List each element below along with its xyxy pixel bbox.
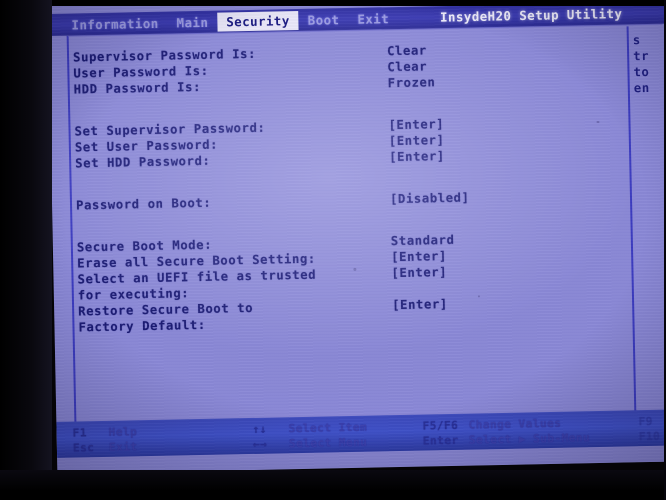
help-pane-line: s [632, 33, 641, 48]
footer-key: Esc [72, 441, 95, 455]
bezel-left [0, 0, 52, 500]
footer-desc: Exit [108, 440, 138, 454]
footer-column-2: ↑↓ Select Item ←→ Select Menu [252, 420, 367, 452]
footer-entry-select-submenu[interactable]: Enter Select ▶ Sub-Menu [423, 430, 591, 448]
setting-value[interactable]: [Enter] [389, 132, 445, 149]
footer-desc: Select ▶ Sub-Menu [468, 431, 591, 447]
setting-value[interactable]: [Enter] [391, 248, 447, 265]
help-pane-line: en [633, 80, 650, 96]
bezel-top [0, 0, 666, 6]
footer-entry-save-exit[interactable]: F10Save [639, 428, 666, 444]
screen-dust-speck [353, 267, 357, 271]
photo-frame: Information Main Security Boot Exit Insy… [0, 0, 666, 500]
tab-main[interactable]: Main [167, 12, 217, 32]
tab-exit[interactable]: Exit [348, 8, 398, 28]
footer-desc: Select Menu [288, 435, 368, 451]
footer-desc: Help [108, 425, 138, 439]
footer-key: F1 [72, 426, 88, 440]
arrow-left-right-icon: ←→ [252, 437, 268, 451]
bezel-bottom [0, 470, 666, 500]
setting-value[interactable]: [Enter] [392, 296, 448, 313]
settings-list: Supervisor Password Is: Clear User Passw… [73, 39, 627, 336]
setting-value[interactable]: [Disabled] [390, 190, 470, 208]
footer-column-4: F9Setu F10Save [638, 413, 666, 444]
footer-column-3: F5/F6 Change Values Enter Select ▶ Sub-Men… [422, 415, 590, 448]
footer-key: Enter [422, 433, 459, 448]
bios-screen: Information Main Security Boot Exit Insy… [48, 0, 666, 474]
setting-value: Standard [390, 232, 455, 249]
help-pane-line: to [633, 64, 650, 80]
arrow-up-down-icon: ↑↓ [252, 422, 267, 436]
setting-value: Frozen [387, 75, 436, 91]
setting-value[interactable]: [Enter] [388, 116, 444, 133]
setting-value[interactable]: [Enter] [391, 264, 447, 281]
footer-key: F9 [638, 414, 653, 429]
footer-desc: Change Values [468, 416, 562, 432]
setting-value: Clear [387, 59, 428, 75]
help-pane: s tr to en [633, 31, 666, 96]
help-pane-line: tr [633, 48, 650, 64]
setting-value[interactable]: [Enter] [389, 148, 445, 165]
screen-dust-speck [596, 120, 600, 124]
screen-dust-speck [477, 295, 480, 298]
footer-key: F10 [638, 429, 661, 444]
footer-key: F5/F6 [422, 418, 459, 433]
footer-entry-select-menu: ←→ Select Menu [253, 435, 368, 452]
tab-security[interactable]: Security [217, 10, 299, 32]
footer-entry-exit[interactable]: Esc Exit [73, 439, 138, 455]
tab-boot[interactable]: Boot [298, 9, 348, 29]
footer-entry-setup-defaults[interactable]: F9Setu [638, 413, 666, 429]
utility-title: InsydeH20 Setup Utility [439, 5, 623, 25]
setting-value: Clear [386, 43, 427, 59]
footer-entry-help[interactable]: F1 Help [72, 424, 137, 440]
footer-desc: Select Item [288, 420, 368, 436]
setting-label-continuation: Factory Default: [78, 317, 206, 335]
footer-column-1: F1 Help Esc Exit [72, 424, 137, 455]
tab-information[interactable]: Information [62, 13, 168, 34]
